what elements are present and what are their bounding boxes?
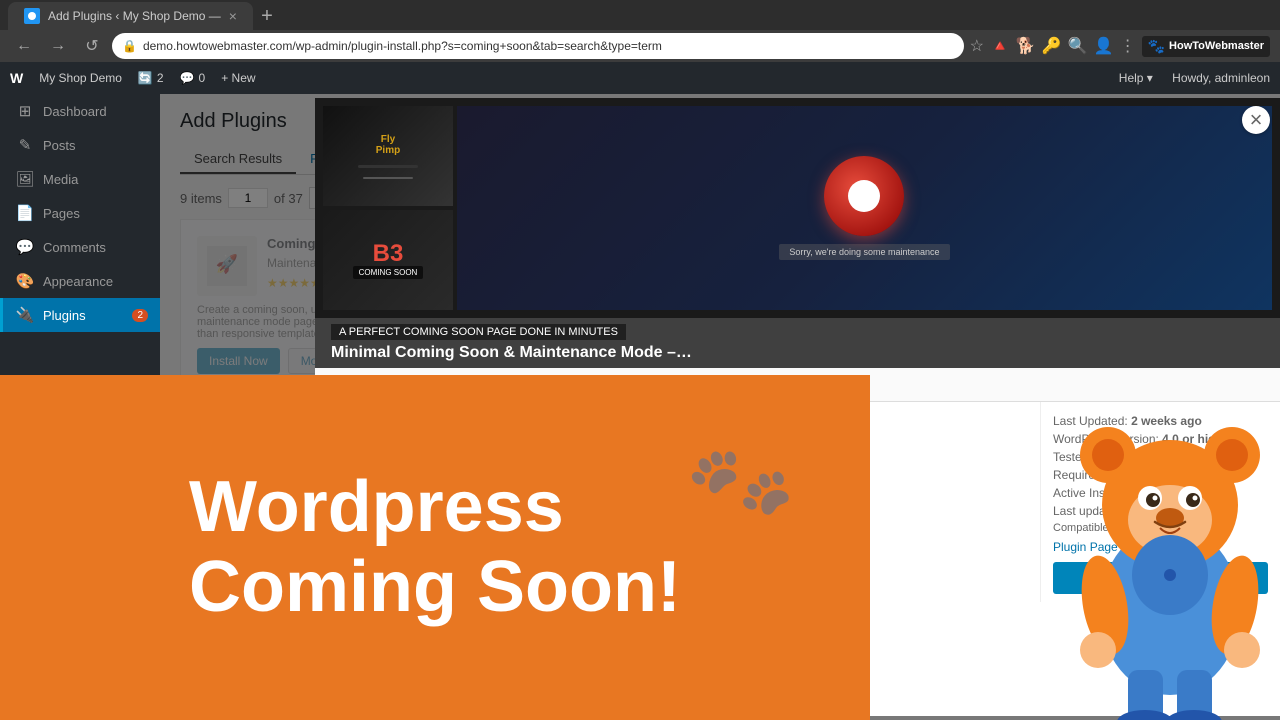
pages-icon: 📄	[15, 204, 35, 222]
extension-icon2[interactable]: 🐕	[1016, 36, 1036, 56]
howdy-text: Howdy, adminleon	[1172, 71, 1270, 85]
browser-chrome: Add Plugins ‹ My Shop Demo — × + ← → ↺ 🔒…	[0, 0, 1280, 62]
modal-subtitle: A PERFECT COMING SOON PAGE DONE IN MINUT…	[331, 324, 626, 340]
orange-banner-text: Wordpress Coming Soon!	[169, 448, 701, 646]
coming-soon-badge: COMING SOON	[353, 266, 424, 279]
orange-banner: Wordpress Coming Soon! 🐾	[0, 375, 870, 720]
maintenance-badge: Sorry, we're doing some maintenance	[779, 244, 949, 260]
banner-line1: Wordpress	[189, 468, 681, 547]
bookmark-icon[interactable]: ☆	[970, 36, 984, 56]
address-bar[interactable]: 🔒 demo.howtowebmaster.com/wp-admin/plugi…	[112, 33, 964, 59]
comments-icon: 💬	[15, 238, 35, 256]
modal-close-button[interactable]: ×	[1242, 106, 1270, 134]
screenshot-main: Sorry, we're doing some maintenance	[457, 106, 1272, 310]
howto-logo: 🐾 HowToWebmaster	[1142, 36, 1270, 57]
extension-icon3[interactable]: 🔑	[1042, 36, 1062, 56]
comments-item[interactable]: 💬 0	[180, 71, 206, 85]
wp-logo-item[interactable]: W	[10, 70, 23, 86]
posts-icon: ✎	[15, 136, 35, 154]
fly-pimp-logo: FlyPimp	[376, 134, 400, 156]
reload-button[interactable]: ↺	[78, 32, 106, 60]
new-item[interactable]: + New	[221, 71, 255, 85]
back-button[interactable]: ←	[10, 32, 38, 60]
updates-item[interactable]: 🔄 2	[138, 71, 164, 85]
profile-icon[interactable]: 👤	[1094, 36, 1114, 56]
plugins-badge: 2	[132, 309, 148, 322]
sidebar-item-plugins[interactable]: 🔌 Plugins 2	[0, 298, 160, 332]
sidebar-item-pages[interactable]: 📄 Pages	[0, 196, 160, 230]
url-text: demo.howtowebmaster.com/wp-admin/plugin-…	[143, 39, 662, 53]
extension-icon1[interactable]: 🔺	[990, 36, 1010, 56]
adminbar-right: Help ▾ Howdy, adminleon	[1119, 71, 1270, 85]
tab-title: Add Plugins ‹ My Shop Demo —	[48, 9, 221, 23]
plugins-icon: 🔌	[15, 306, 35, 324]
site-name-item[interactable]: My Shop Demo	[39, 71, 122, 85]
banner-line2: Coming Soon!	[189, 548, 681, 627]
modal-screenshots: FlyPimp B3 COMING SOON	[315, 98, 1280, 318]
sidebar-item-media[interactable]: 🖼 Media	[0, 162, 160, 196]
screenshot-thumb-2[interactable]: B3 COMING SOON	[323, 210, 453, 310]
new-tab-button[interactable]: +	[253, 2, 281, 30]
screenshot-thumb-1[interactable]: FlyPimp	[323, 106, 453, 206]
browser-tab[interactable]: Add Plugins ‹ My Shop Demo — ×	[8, 2, 253, 30]
sidebar-item-appearance[interactable]: 🎨 Appearance	[0, 264, 160, 298]
dashboard-icon: ⊞	[15, 102, 35, 120]
menu-icon[interactable]: ⋮	[1120, 36, 1136, 56]
sidebar-item-posts[interactable]: ✎ Posts	[0, 128, 160, 162]
help-btn[interactable]: Help ▾	[1119, 71, 1153, 85]
screenshot-thumbnails: FlyPimp B3 COMING SOON	[323, 106, 453, 310]
wp-adminbar: W My Shop Demo 🔄 2 💬 0 + New Help ▾ Howd…	[0, 62, 1280, 94]
media-icon: 🖼	[15, 170, 35, 188]
appearance-icon: 🎨	[15, 272, 35, 290]
sidebar-item-dashboard[interactable]: ⊞ Dashboard	[0, 94, 160, 128]
sidebar-item-comments[interactable]: 💬 Comments	[0, 230, 160, 264]
search-icon[interactable]: 🔍	[1068, 36, 1088, 56]
tab-favicon	[24, 8, 40, 24]
close-tab-button[interactable]: ×	[229, 8, 237, 24]
mascot	[1060, 350, 1280, 720]
forward-button[interactable]: →	[44, 32, 72, 60]
